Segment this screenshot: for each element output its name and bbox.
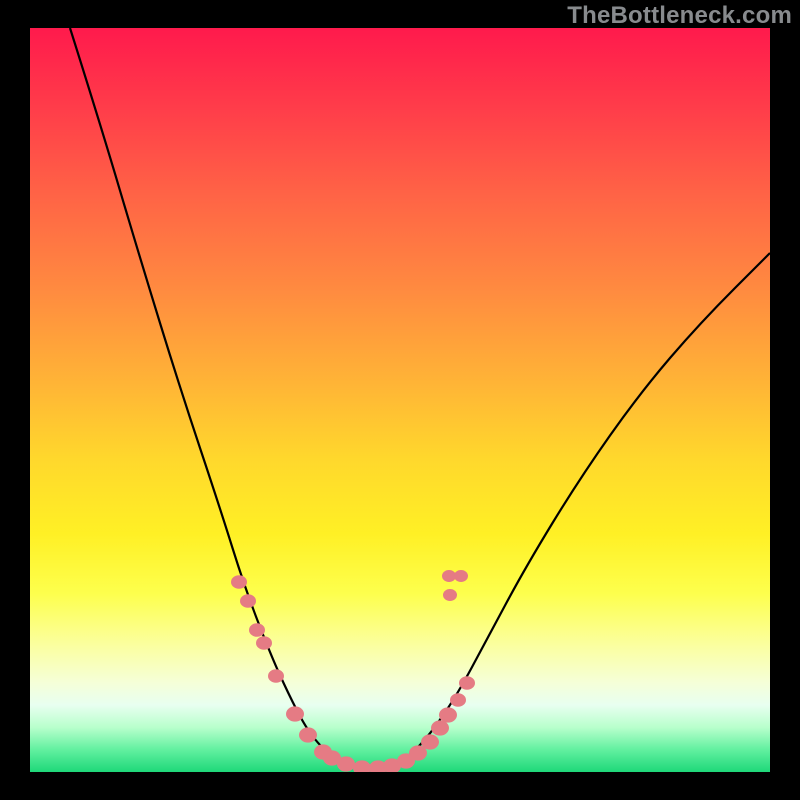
data-dot [442,570,456,582]
data-dot [286,706,304,721]
data-dot [249,623,265,637]
data-dot [268,669,284,683]
data-dot [431,720,449,735]
bottleneck-curve [70,28,770,770]
data-dots [231,570,475,772]
data-dot [256,636,272,650]
data-dot [439,707,457,722]
data-dot [450,693,466,707]
data-dot [337,756,355,771]
data-dot [443,589,457,601]
data-dot [353,760,371,772]
data-dot [299,727,317,742]
data-dot [459,676,475,690]
data-dot [454,570,468,582]
data-dot [240,594,256,608]
data-dot [421,734,439,749]
chart-svg [30,28,770,772]
chart-frame [30,28,770,772]
data-dot [231,575,247,589]
watermark-text: TheBottleneck.com [567,2,792,30]
